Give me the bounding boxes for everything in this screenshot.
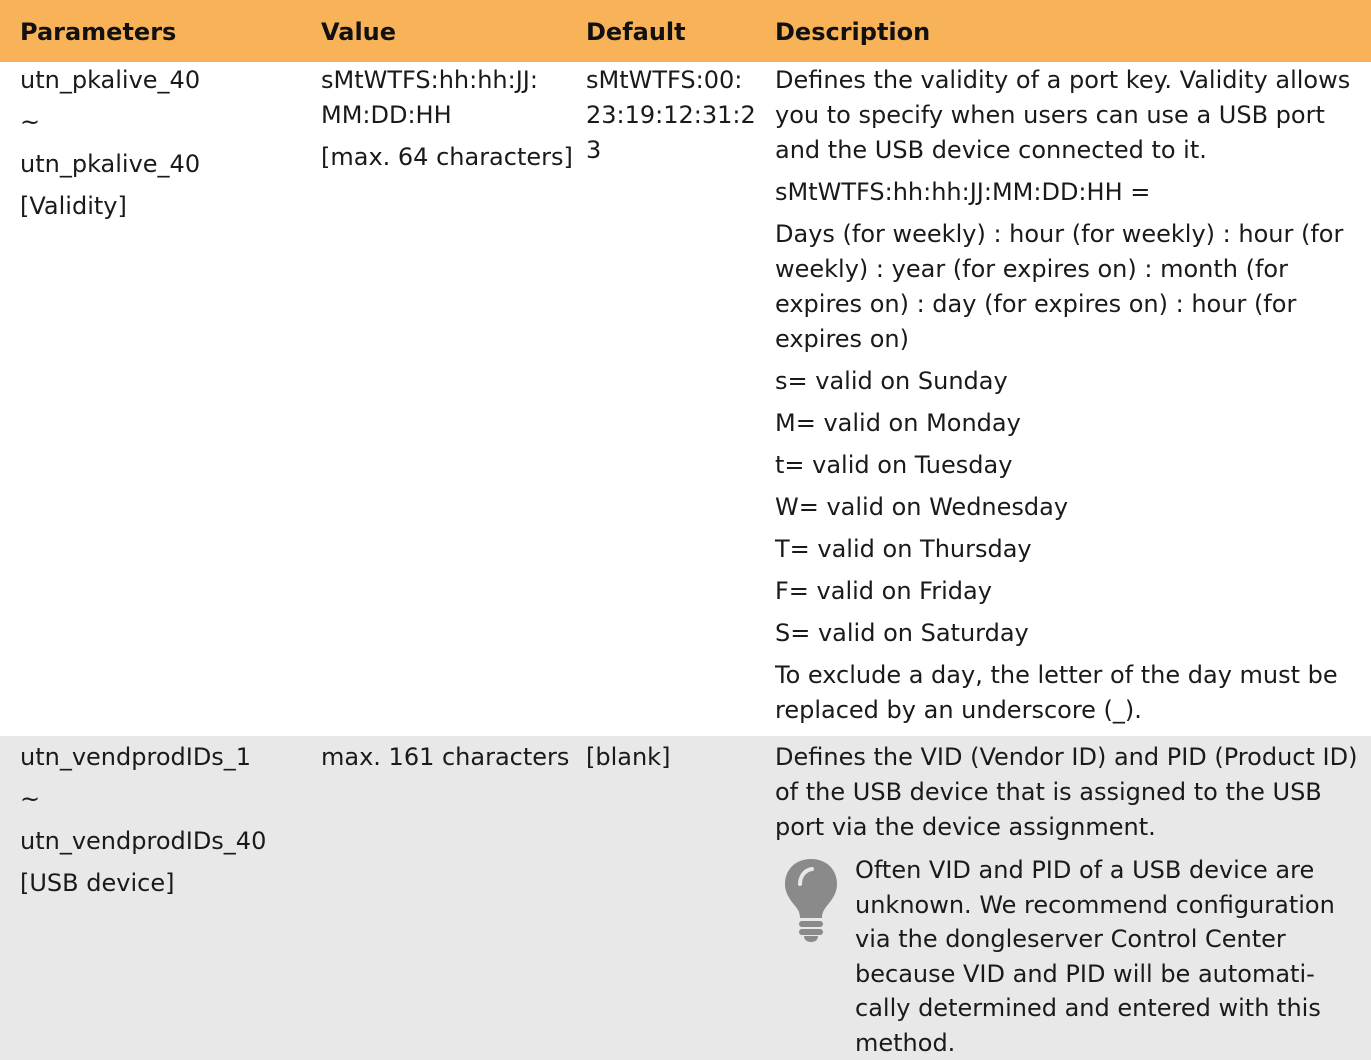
param-cell: utn_vendprodIDs_1 ~ utn_vendprodIDs_40 [… [20,740,310,908]
day-thursday: T= valid on Thursday [775,535,1032,563]
day-wednesday: W= valid on Wednesday [775,493,1069,521]
parameter-table: Parameters Value Default Description utn… [0,0,1371,1060]
lightbulb-icon [785,859,837,942]
day-friday: F= valid on Friday [775,577,992,605]
description-meaning-line2: weekly) : year (for expires on) : month … [775,255,1288,283]
param-end: utn_vendprodIDs_40 [20,827,267,855]
param-name: [USB device] [20,869,175,897]
value-note: [max. 64 characters] [321,143,573,171]
description-intro-line3: and the USB device connected to it. [775,136,1207,164]
day-sunday: s= valid on Sunday [775,367,1008,395]
description-intro-line1: Defines the VID (Vendor ID) and PID (Pro… [775,743,1358,771]
value-format-line1: sMtWTFS:hh:hh:JJ: [321,66,538,94]
tip-line: cally determined and entered with this [855,994,1321,1022]
tip-line: unknown. We recommend configuration [855,890,1335,919]
default-line2: 23:19:12:31:2 [586,101,756,129]
param-start: utn_vendprodIDs_1 [20,743,252,771]
description-intro-line1: Defines the validity of a port key. Vali… [775,66,1351,94]
description-intro-line2: of the USB device that is assigned to th… [775,778,1322,806]
header-description: Description [775,18,931,46]
description-meaning-line4: expires on) [775,325,909,353]
value-cell: max. 161 characters [321,740,581,782]
default-line1: sMtWTFS:00: [586,66,743,94]
day-saturday: S= valid on Saturday [775,619,1029,647]
param-start: utn_pkalive_40 [20,66,201,94]
description-meaning-line3: expires on) : day (for expires on) : hou… [775,290,1297,318]
description-intro-line3: port via the device assignment. [775,813,1156,841]
table-header: Parameters Value Default Description [0,0,1371,62]
header-parameters: Parameters [20,18,177,46]
day-tuesday: t= valid on Tuesday [775,451,1013,479]
description-cell: Defines the validity of a port key. Vali… [775,63,1365,728]
tip-line: Often VID and PID of a USB device are [855,856,1315,884]
header-value: Value [321,18,397,46]
tip-line: because VID and PID will be automati- [855,959,1315,988]
value-format-line2: MM:DD:HH [321,101,452,129]
description-cell: Defines the VID (Vendor ID) and PID (Pro… [775,740,1365,845]
param-name: [Validity] [20,192,127,220]
header-default: Default [586,18,686,46]
default-cell: sMtWTFS:00: 23:19:12:31:2 3 [586,63,766,168]
param-end: utn_pkalive_40 [20,150,201,178]
default-line1: [blank] [586,743,671,771]
param-cell: utn_pkalive_40 ~ utn_pkalive_40 [Validit… [20,63,310,231]
description-intro-line2: you to specify when users can use a USB … [775,101,1325,129]
description-exclude-line1: To exclude a day, the letter of the day … [775,661,1338,689]
description-exclude-line2: replaced by an underscore (_). [775,696,1142,724]
param-range-tilde: ~ [20,108,41,136]
default-line3: 3 [586,136,602,164]
default-cell: [blank] [586,740,766,782]
description-format: sMtWTFS:hh:hh:JJ:MM:DD:HH = [775,178,1151,206]
tip-line: method. [855,1028,956,1057]
value-cell: sMtWTFS:hh:hh:JJ: MM:DD:HH [max. 64 char… [321,63,581,182]
day-monday: M= valid on Monday [775,409,1021,437]
value-note: max. 161 characters [321,743,570,771]
description-meaning-line1: Days (for weekly) : hour (for weekly) : … [775,220,1344,248]
tip-text: Often VID and PID of a USB device are un… [855,853,1365,1060]
tip-line: via the dongleserver Control Center [855,925,1286,953]
param-range-tilde: ~ [20,785,41,813]
